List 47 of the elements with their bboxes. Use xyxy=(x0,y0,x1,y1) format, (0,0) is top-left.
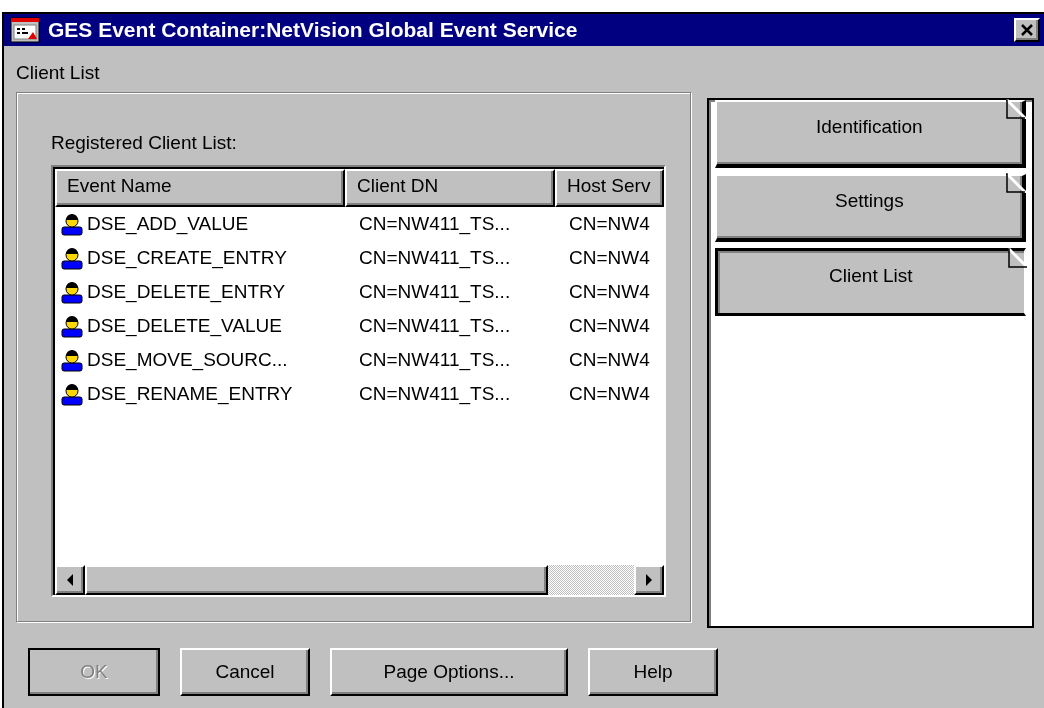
column-header[interactable]: Host Serv xyxy=(555,169,664,207)
person-icon xyxy=(61,382,83,406)
page-tab[interactable]: Client List xyxy=(714,248,1026,316)
event-name-cell[interactable]: DSE_MOVE_SOURC... xyxy=(87,349,288,371)
folded-corner-icon xyxy=(1006,173,1026,193)
person-icon xyxy=(61,348,83,372)
scroll-left-button[interactable] xyxy=(55,565,85,595)
person-icon xyxy=(61,314,83,338)
page-title: Client List xyxy=(16,61,101,85)
list-label: Registered Client List: xyxy=(51,131,238,155)
page-tab[interactable]: Identification xyxy=(714,100,1026,168)
person-icon xyxy=(61,212,83,236)
client-list[interactable] xyxy=(51,165,666,597)
event-name-cell[interactable]: DSE_DELETE_VALUE xyxy=(87,315,282,337)
person-icon xyxy=(61,280,83,304)
app-icon xyxy=(10,17,40,43)
table-cell-text: CN=NW4 xyxy=(568,281,651,303)
event-name-cell[interactable]: DSE_CREATE_ENTRY xyxy=(87,247,287,269)
table-cell-text: CN=NW411_TS... xyxy=(358,315,512,337)
table-cell-text: CN=NW4 xyxy=(568,349,651,371)
folded-corner-icon xyxy=(1008,248,1028,268)
table-cell-text: CN=NW411_TS... xyxy=(358,281,512,303)
dialog-button[interactable]: Help xyxy=(588,648,718,696)
table-cell-text: CN=NW411_TS... xyxy=(358,247,512,269)
scroll-right-button[interactable] xyxy=(633,565,664,595)
event-name-cell[interactable]: DSE_DELETE_ENTRY xyxy=(87,281,286,303)
dialog-button[interactable]: Cancel xyxy=(180,648,310,696)
table-cell-text: CN=NW4 xyxy=(568,383,651,405)
left-arrow-icon xyxy=(66,574,74,586)
page-tab[interactable]: Settings xyxy=(714,174,1026,242)
right-arrow-icon xyxy=(644,574,653,586)
table-cell-text: CN=NW4 xyxy=(568,315,651,337)
table-cell-text: CN=NW411_TS... xyxy=(358,213,512,235)
event-name-cell[interactable]: DSE_ADD_VALUE xyxy=(87,213,249,235)
scroll-thumb[interactable] xyxy=(85,565,548,595)
dialog-button[interactable]: Page Options... xyxy=(330,648,568,696)
column-header[interactable]: Event Name xyxy=(55,169,345,207)
table-cell-text: CN=NW411_TS... xyxy=(358,349,512,371)
event-name-cell[interactable]: DSE_RENAME_ENTRY xyxy=(87,383,293,405)
table-cell-text: CN=NW4 xyxy=(568,213,651,235)
table-cell-text: CN=NW4 xyxy=(568,247,651,269)
column-header[interactable]: Client DN xyxy=(345,169,555,207)
table-cell-text: CN=NW411_TS... xyxy=(358,383,512,405)
close-button[interactable] xyxy=(1014,18,1040,42)
window-title: GES Event Container:NetVision Global Event Service xyxy=(48,18,579,42)
person-icon xyxy=(61,246,83,270)
close-icon xyxy=(1021,24,1033,36)
